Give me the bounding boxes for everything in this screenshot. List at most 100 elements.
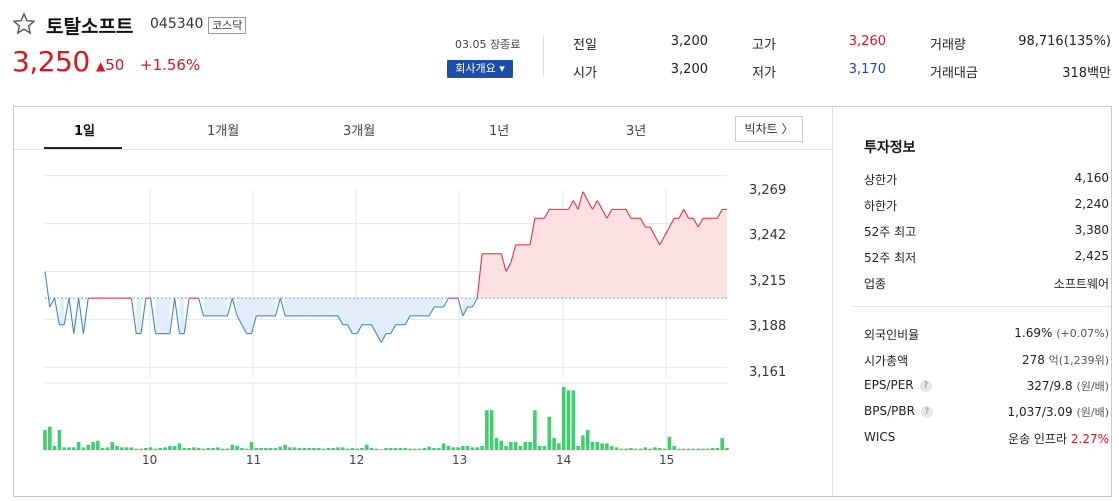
eps-per-label: EPS/PER xyxy=(864,378,914,392)
area-above-baseline xyxy=(477,191,727,299)
quote-value: 318백만 xyxy=(1062,66,1111,81)
foreign-ratio: 1.69% xyxy=(1014,326,1053,340)
price-line-segment xyxy=(174,298,181,334)
volume-bar xyxy=(725,448,729,450)
volume-bar xyxy=(437,448,441,450)
info-value: 소프트웨어 xyxy=(1053,277,1109,291)
volume-bar xyxy=(192,447,196,450)
area-below-baseline xyxy=(59,298,65,325)
volume-bar xyxy=(393,448,398,450)
y-tick-label: 3,188 xyxy=(749,319,787,334)
volume-bar xyxy=(110,442,115,450)
volume-bar xyxy=(278,446,283,450)
x-tick-label: 13 xyxy=(452,453,468,467)
info-value: 3,380 xyxy=(1074,223,1109,237)
volume-bar xyxy=(292,447,297,450)
price-line-segment xyxy=(130,298,137,334)
volume-bar xyxy=(595,442,600,450)
volume-bar xyxy=(523,442,528,450)
volume-bar xyxy=(528,442,532,450)
volume-bar xyxy=(677,448,681,450)
volume-bar xyxy=(52,446,57,450)
volume-bar xyxy=(542,446,547,450)
volume-bar xyxy=(312,448,316,450)
volume-bar xyxy=(100,448,105,450)
volume-bar xyxy=(264,448,268,450)
volume-bar xyxy=(62,447,66,450)
volume-bar xyxy=(268,448,273,450)
volume-bar xyxy=(614,447,619,450)
volume-bar xyxy=(172,446,177,450)
volume-bar xyxy=(624,448,628,450)
volume-bar xyxy=(336,447,340,450)
volume-bar xyxy=(379,449,383,450)
info-label: 하한가 xyxy=(864,199,898,213)
volume-bar xyxy=(177,443,182,450)
volume-bar xyxy=(389,448,393,450)
volume-bar xyxy=(187,448,191,450)
volume-bar xyxy=(307,448,311,450)
area-below-baseline xyxy=(155,298,170,334)
volume-bar xyxy=(326,448,331,450)
volume-bar xyxy=(374,448,379,450)
volume-bar xyxy=(662,448,667,450)
volume-bar xyxy=(422,448,427,450)
x-tick-label: 14 xyxy=(556,453,572,467)
volume-bar xyxy=(605,443,609,450)
volume-bar xyxy=(537,446,542,450)
price-chart xyxy=(43,175,729,451)
volume-bar xyxy=(533,410,537,450)
quote-value: 98,716(135%) xyxy=(1018,34,1111,49)
volume-bar xyxy=(182,448,187,450)
volume-bar xyxy=(489,410,494,450)
volume-bar xyxy=(144,448,148,450)
help-icon[interactable]: ? xyxy=(920,406,933,418)
volume-bar xyxy=(499,440,504,450)
area-below-baseline xyxy=(203,298,228,316)
volume-bar xyxy=(547,416,552,450)
volume-bar xyxy=(158,448,163,450)
volume-bar xyxy=(129,447,134,450)
volume-bar xyxy=(667,436,672,450)
volume-bar xyxy=(413,448,417,450)
volume-bar xyxy=(509,442,513,450)
info-label: EPS/PER? xyxy=(864,378,932,392)
volume-bar xyxy=(115,446,119,450)
volume-bar xyxy=(345,448,350,450)
volume-bar xyxy=(552,438,556,450)
volume-bar xyxy=(701,448,705,450)
volume-bar xyxy=(355,448,359,450)
volume-bar xyxy=(96,440,100,450)
volume-bar xyxy=(494,438,499,450)
price-line-segment xyxy=(73,298,80,334)
volume-bar xyxy=(408,448,412,450)
help-icon[interactable]: ? xyxy=(919,380,932,392)
price-line-segment xyxy=(82,298,89,334)
x-tick-label: 15 xyxy=(659,453,675,467)
volume-bar xyxy=(86,444,91,450)
wics-sector[interactable]: 운송 인프라 xyxy=(1008,432,1067,446)
volume-bar xyxy=(384,448,388,450)
price-line-segment xyxy=(140,298,147,334)
volume-bar xyxy=(43,430,47,450)
price-line-segment xyxy=(471,297,478,308)
invest-info-title: 투자정보 xyxy=(864,140,916,156)
volume-bar xyxy=(235,446,239,450)
volume-bar xyxy=(196,448,201,450)
volume-bar xyxy=(249,442,254,450)
x-tick-label: 10 xyxy=(142,453,158,467)
volume-bar xyxy=(475,447,480,450)
divider xyxy=(853,306,1111,307)
volume-bar xyxy=(134,448,139,450)
eps-per-value: 327/9.8 xyxy=(1026,379,1073,393)
volume-bar xyxy=(518,446,523,450)
area-below-baseline xyxy=(136,298,142,334)
volume-bar xyxy=(485,410,489,450)
volume-bar xyxy=(581,435,585,450)
price-line-segment xyxy=(183,298,190,334)
volume-bar xyxy=(206,448,211,450)
price-line-segment xyxy=(279,297,286,317)
volume-bar xyxy=(201,448,206,450)
volume-bar xyxy=(120,447,124,450)
volume-bar xyxy=(686,448,691,450)
